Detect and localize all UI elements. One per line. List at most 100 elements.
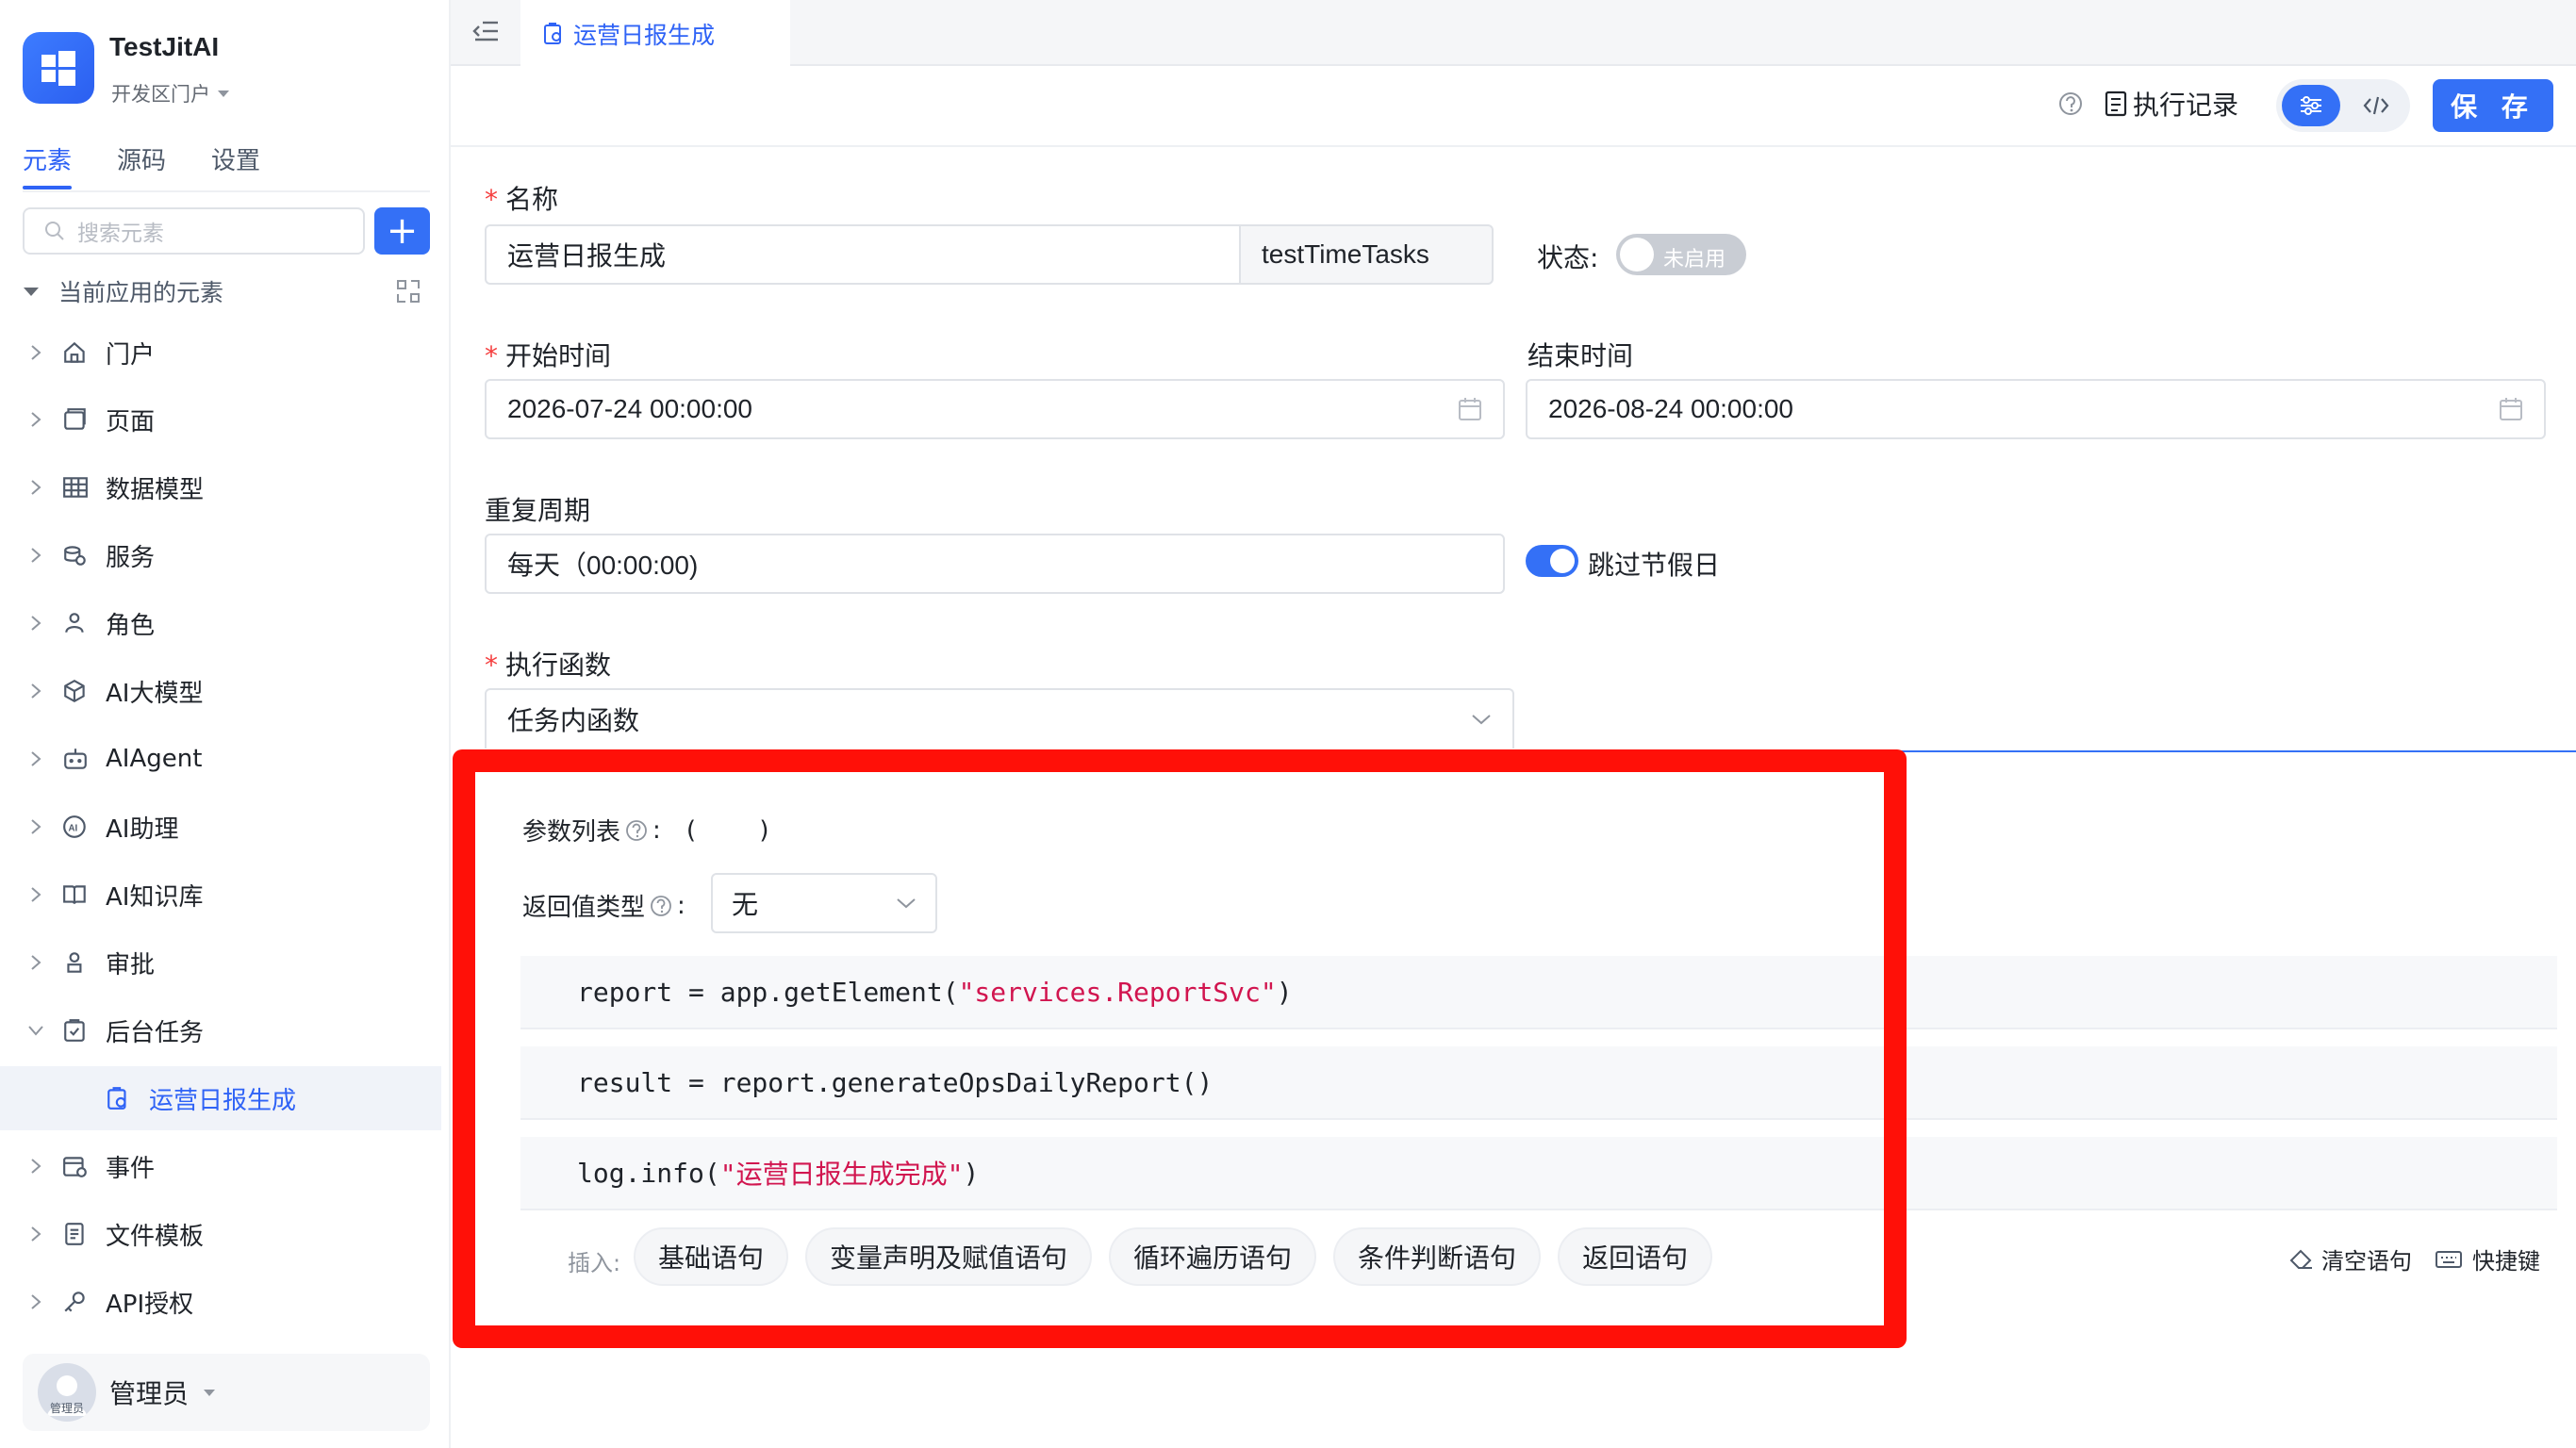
params-value[interactable]: ( ) — [684, 816, 772, 845]
sidebar-item[interactable]: AIAgent — [0, 727, 441, 791]
execution-records-button[interactable]: 执行记录 — [2105, 85, 2238, 123]
tab-settings[interactable]: 设置 — [211, 141, 260, 189]
insert-label: 插入: — [568, 1250, 621, 1276]
function-select[interactable]: 任务内函数 — [485, 688, 1514, 749]
function-label: * 执行函数 — [485, 650, 612, 681]
code-text: report = app.getElement( — [577, 976, 959, 1008]
chevron-down-icon — [897, 898, 916, 909]
code-line[interactable]: report = app.getElement("services.Report… — [520, 956, 2557, 1029]
sidebar-item[interactable]: 页面 — [0, 387, 441, 452]
name-input[interactable]: 运营日报生成 — [485, 224, 1239, 285]
chevron-right-icon[interactable] — [30, 683, 41, 699]
search-icon — [45, 222, 64, 240]
sliders-icon — [2301, 96, 2321, 115]
chevron-right-icon[interactable] — [30, 479, 41, 496]
sidebar-item[interactable]: 事件 — [0, 1134, 441, 1198]
name-label: * 名称 — [485, 184, 559, 215]
end-time-value: 2026-08-24 00:00:00 — [1548, 394, 1793, 423]
insert-chip[interactable]: 循环遍历语句 — [1109, 1227, 1317, 1286]
code-mode-button[interactable] — [2348, 85, 2404, 126]
tab-ops-daily-report[interactable]: 运营日报生成 — [520, 0, 790, 68]
add-element-button[interactable]: + — [374, 207, 430, 255]
visual-mode-button[interactable] — [2282, 85, 2340, 126]
calendar-icon — [1459, 398, 1481, 420]
insert-chip[interactable]: 基础语句 — [634, 1227, 789, 1286]
sidebar-item[interactable]: AI大模型 — [0, 659, 441, 723]
service-icon — [64, 546, 86, 566]
chevron-right-icon[interactable] — [30, 411, 41, 428]
sidebar-item[interactable]: 文件模板 — [0, 1202, 441, 1266]
clear-statements-button[interactable]: 清空语句 — [2289, 1242, 2412, 1275]
insert-chip[interactable]: 返回语句 — [1558, 1227, 1713, 1286]
help-icon[interactable] — [2057, 90, 2084, 117]
skip-holiday-switch[interactable] — [1526, 545, 1578, 577]
collapse-sidebar-icon[interactable] — [471, 19, 500, 43]
search-input[interactable]: 搜索元素 — [23, 207, 365, 255]
locate-icon[interactable] — [396, 279, 421, 304]
return-label: 返回值类型 — [522, 894, 646, 922]
chevron-right-icon[interactable] — [30, 886, 41, 903]
tab-elements[interactable]: 元素 — [23, 141, 73, 189]
user-menu[interactable]: 管理员 管理员 — [23, 1354, 430, 1431]
sidebar-item[interactable]: 后台任务 — [0, 998, 441, 1062]
sidebar-item[interactable]: 运营日报生成 — [0, 1066, 441, 1130]
chevron-right-icon[interactable] — [30, 344, 41, 361]
code-text: ) — [963, 1157, 980, 1189]
search-placeholder: 搜索元素 — [77, 222, 164, 246]
sidebar-item[interactable]: 数据模型 — [0, 455, 441, 519]
event-icon — [63, 1157, 87, 1177]
code-line[interactable]: log.info("运营日报生成完成") — [520, 1137, 2557, 1210]
portal-selector[interactable]: 开发区门户 — [111, 79, 231, 107]
caret-down-icon — [204, 1390, 216, 1396]
chevron-right-icon[interactable] — [30, 1158, 41, 1175]
chevron-down-icon[interactable] — [27, 1025, 44, 1036]
tab-divider — [23, 190, 430, 192]
sidebar-item[interactable]: API授权 — [0, 1270, 441, 1334]
keyboard-icon — [2436, 1250, 2462, 1268]
tab-source[interactable]: 源码 — [117, 141, 166, 189]
sidebar-item[interactable]: 服务 — [0, 523, 441, 587]
end-time-picker[interactable]: 2026-08-24 00:00:00 — [1526, 379, 2546, 439]
list-icon — [2105, 90, 2127, 117]
sidebar-item[interactable]: 门户 — [0, 321, 441, 385]
avatar: 管理员 — [38, 1363, 96, 1422]
help-icon[interactable] — [649, 894, 673, 918]
chevron-right-icon[interactable] — [30, 750, 41, 767]
sidebar-item-label: 运营日报生成 — [149, 1086, 297, 1115]
chevron-right-icon[interactable] — [30, 954, 41, 971]
approval-icon — [67, 952, 82, 973]
start-time-picker[interactable]: 2026-07-24 00:00:00 — [485, 379, 1505, 439]
function-select-value: 任务内函数 — [507, 706, 640, 735]
sidebar-item-label: 门户 — [106, 340, 156, 370]
shortcut-button[interactable]: 快捷键 — [2435, 1242, 2540, 1275]
status-label: 状态: — [1537, 242, 1599, 273]
repeat-input[interactable]: 每天（00:00:00) — [485, 534, 1505, 594]
code-text: result = report.generateOpsDailyReport() — [577, 1066, 1214, 1098]
code-string: "运营日报生成完成" — [719, 1159, 964, 1190]
file-template-icon — [65, 1223, 84, 1245]
sidebar-item[interactable]: 角色 — [0, 591, 441, 655]
sidebar-item-label: API授权 — [106, 1290, 194, 1319]
chevron-right-icon[interactable] — [30, 547, 41, 564]
status-switch[interactable]: 未启用 — [1616, 234, 1746, 275]
return-type-select[interactable]: 无 — [711, 873, 937, 933]
return-type-value: 无 — [732, 889, 759, 920]
svg-text:AI: AI — [68, 823, 77, 833]
chevron-right-icon[interactable] — [30, 615, 41, 632]
user-name: 管理员 — [109, 1378, 190, 1409]
chevron-right-icon[interactable] — [30, 818, 41, 835]
insert-chip[interactable]: 变量声明及赋值语句 — [805, 1227, 1093, 1286]
app-name: TestJitAI — [109, 32, 220, 61]
section-header[interactable]: 当前应用的元素 — [23, 274, 430, 308]
sidebar-item[interactable]: 审批 — [0, 930, 441, 995]
save-button[interactable]: 保 存 — [2433, 79, 2553, 132]
records-label: 执行记录 — [2133, 90, 2239, 121]
params-row: 参数列表 : ( ) — [522, 813, 772, 847]
chevron-right-icon[interactable] — [30, 1293, 41, 1310]
sidebar-item[interactable]: AI AI助理 — [0, 795, 441, 859]
insert-chip[interactable]: 条件判断语句 — [1333, 1227, 1542, 1286]
code-line[interactable]: result = report.generateOpsDailyReport() — [520, 1046, 2557, 1120]
chevron-right-icon[interactable] — [30, 1226, 41, 1242]
help-icon[interactable] — [624, 818, 649, 843]
sidebar-item[interactable]: AI知识库 — [0, 863, 441, 927]
